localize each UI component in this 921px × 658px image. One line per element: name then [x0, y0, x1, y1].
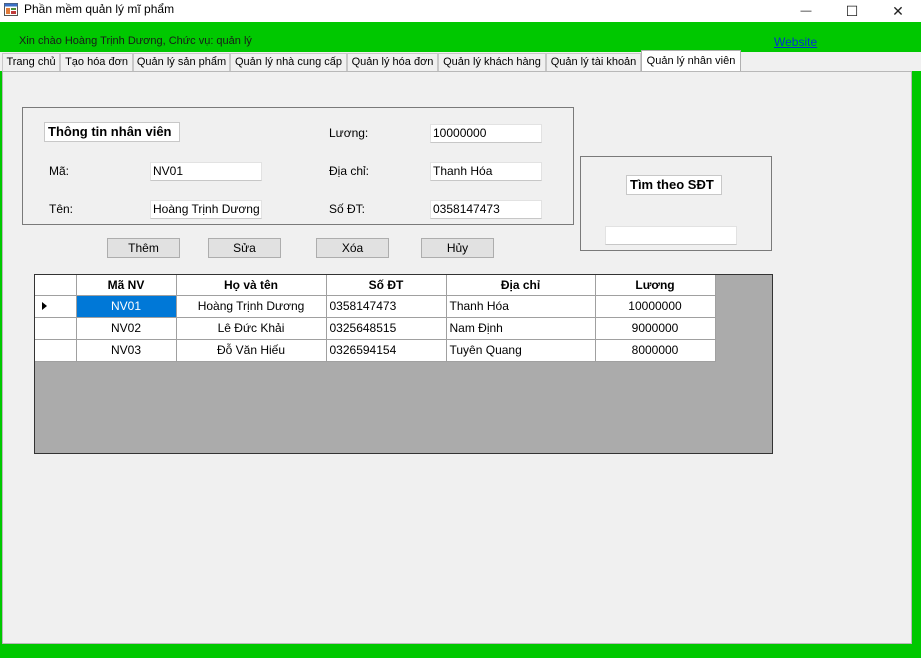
- greeting-text: Xin chào Hoàng Trịnh Dương, Chức vụ: quả…: [19, 35, 252, 47]
- cell-ma-nv[interactable]: NV02: [76, 317, 177, 340]
- employee-grid[interactable]: Mã NV Họ và tên Số ĐT Địa chỉ Lương NV01…: [34, 274, 773, 454]
- employee-info-group: Thông tin nhân viên Mã: NV01 Tên: Hoàng …: [22, 107, 574, 225]
- header-bar: Xin chào Hoàng Trịnh Dương, Chức vụ: quả…: [0, 22, 921, 52]
- tab-quan-ly-tai-khoan[interactable]: Quản lý tài khoản: [546, 53, 641, 71]
- edit-button[interactable]: Sửa: [208, 238, 281, 258]
- close-button[interactable]: ✕: [875, 0, 921, 22]
- row-header-corner: [35, 275, 77, 296]
- luong-field[interactable]: 10000000: [430, 124, 542, 143]
- search-phone-input[interactable]: [605, 226, 737, 245]
- column-header-luong[interactable]: Lương: [595, 275, 716, 296]
- column-header-ho-ten[interactable]: Họ và tên: [176, 275, 327, 296]
- cell-ho-ten[interactable]: Lê Đức Khải: [176, 317, 327, 340]
- table-row[interactable]: NV03 Đỗ Văn Hiếu 0326594154 Tuyên Quang …: [35, 339, 716, 362]
- column-header-so-dt[interactable]: Số ĐT: [326, 275, 447, 296]
- employee-info-title: Thông tin nhân viên: [44, 122, 180, 142]
- column-header-ma-nv[interactable]: Mã NV: [76, 275, 177, 296]
- tab-quan-ly-hoa-don[interactable]: Quản lý hóa đơn: [347, 53, 438, 71]
- cell-so-dt[interactable]: 0325648515: [326, 317, 447, 340]
- cell-dia-chi[interactable]: Thanh Hóa: [446, 295, 596, 318]
- cell-ho-ten[interactable]: Đỗ Văn Hiếu: [176, 339, 327, 362]
- cell-luong[interactable]: 10000000: [595, 295, 716, 318]
- diachi-label: Địa chỉ:: [329, 164, 370, 178]
- cell-ma-nv[interactable]: NV03: [76, 339, 177, 362]
- current-row-icon: [42, 302, 47, 310]
- ma-field[interactable]: NV01: [150, 162, 262, 181]
- tab-quan-ly-nhan-vien[interactable]: Quản lý nhân viên: [641, 50, 741, 71]
- row-header[interactable]: [35, 295, 77, 318]
- ten-label: Tên:: [49, 202, 74, 216]
- app-icon: [4, 3, 18, 16]
- website-link[interactable]: Website: [774, 35, 817, 49]
- table-row[interactable]: NV02 Lê Đức Khải 0325648515 Nam Định 900…: [35, 317, 716, 340]
- close-icon: ✕: [892, 2, 904, 19]
- diachi-field[interactable]: Thanh Hóa: [430, 162, 542, 181]
- tab-tao-hoa-don[interactable]: Tạo hóa đơn: [60, 53, 133, 71]
- cell-luong[interactable]: 9000000: [595, 317, 716, 340]
- employee-management-panel: Thông tin nhân viên Mã: NV01 Tên: Hoàng …: [2, 71, 912, 644]
- luong-label: Lương:: [329, 126, 369, 140]
- minimize-button[interactable]: —: [783, 0, 829, 22]
- window-title: Phần mềm quản lý mĩ phẩm: [24, 2, 175, 16]
- employee-table: Mã NV Họ và tên Số ĐT Địa chỉ Lương NV01…: [35, 275, 716, 362]
- cell-ma-nv[interactable]: NV01: [76, 295, 177, 318]
- cancel-button[interactable]: Hủy: [421, 238, 494, 258]
- row-header[interactable]: [35, 339, 77, 362]
- search-phone-group: Tìm theo SĐT: [580, 156, 772, 251]
- cell-luong[interactable]: 8000000: [595, 339, 716, 362]
- row-header[interactable]: [35, 317, 77, 340]
- maximize-button[interactable]: ☐: [829, 0, 875, 22]
- ma-label: Mã:: [49, 164, 70, 178]
- sodt-field[interactable]: 0358147473: [430, 200, 542, 219]
- cell-so-dt[interactable]: 0326594154: [326, 339, 447, 362]
- delete-button[interactable]: Xóa: [316, 238, 389, 258]
- table-header-row: Mã NV Họ và tên Số ĐT Địa chỉ Lương: [35, 275, 716, 296]
- maximize-icon: ☐: [845, 2, 859, 19]
- tab-trang-chu[interactable]: Trang chủ: [2, 53, 60, 71]
- tab-quan-ly-san-pham[interactable]: Quản lý sản phẩm: [133, 53, 230, 71]
- cell-dia-chi[interactable]: Tuyên Quang: [446, 339, 596, 362]
- search-phone-title: Tìm theo SĐT: [626, 175, 722, 195]
- minimize-icon: —: [800, 5, 812, 17]
- sodt-label: Số ĐT:: [329, 202, 366, 216]
- cell-dia-chi[interactable]: Nam Định: [446, 317, 596, 340]
- tab-quan-ly-nha-cung-cap[interactable]: Quản lý nhà cung cấp: [230, 53, 347, 71]
- tab-strip: Trang chủ Tạo hóa đơn Quản lý sản phẩm Q…: [0, 50, 921, 71]
- cell-so-dt[interactable]: 0358147473: [326, 295, 447, 318]
- tab-quan-ly-khach-hang[interactable]: Quản lý khách hàng: [438, 53, 546, 71]
- column-header-dia-chi[interactable]: Địa chỉ: [446, 275, 596, 296]
- table-row[interactable]: NV01 Hoàng Trịnh Dương 0358147473 Thanh …: [35, 295, 716, 318]
- ten-field[interactable]: Hoàng Trịnh Dương: [150, 200, 262, 219]
- title-bar: Phần mềm quản lý mĩ phẩm — ☐ ✕: [0, 0, 921, 22]
- add-button[interactable]: Thêm: [107, 238, 180, 258]
- cell-ho-ten[interactable]: Hoàng Trịnh Dương: [176, 295, 327, 318]
